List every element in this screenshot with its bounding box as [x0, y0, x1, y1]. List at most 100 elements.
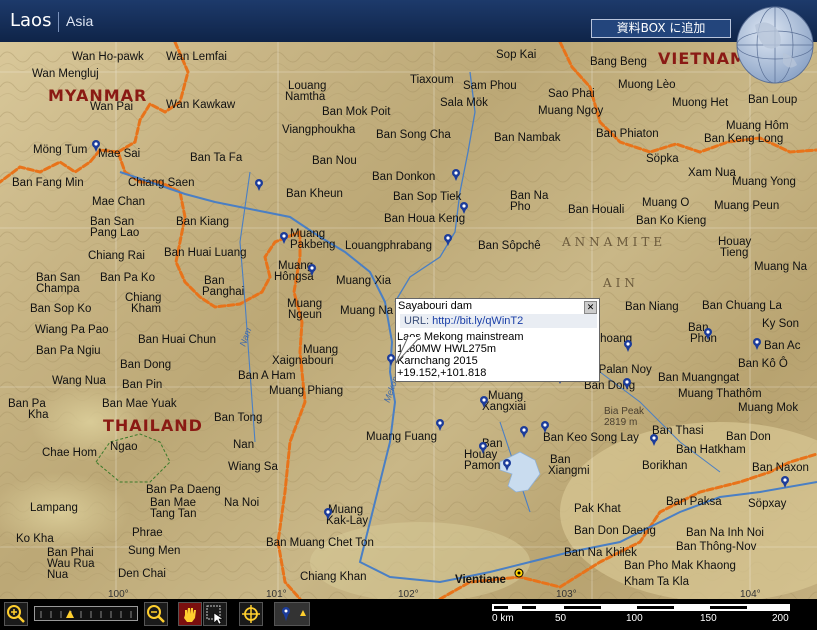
place-label: Lampang — [30, 502, 78, 514]
place-label: Ban Donkon — [372, 171, 436, 183]
place-label: Ban Keng Long — [704, 133, 784, 145]
globe-icon[interactable] — [735, 5, 815, 85]
place-label: Chiang Saen — [128, 177, 195, 189]
place-label: Tang Tan — [150, 508, 197, 520]
place-label: Na Noi — [224, 497, 260, 509]
peak-elevation: 2819 m — [604, 417, 638, 428]
dam-marker-icon[interactable] — [540, 420, 550, 434]
dam-marker-icon[interactable] — [443, 233, 453, 247]
place-label: Muang Peun — [714, 200, 780, 212]
peak-label: Bia Peak — [604, 406, 645, 417]
dam-marker-icon[interactable] — [502, 458, 512, 472]
zoom-in-button[interactable] — [4, 602, 28, 626]
place-label: Ban Muangngat — [658, 372, 740, 384]
place-label: Chae Hom — [42, 447, 97, 459]
pan-hand-button[interactable] — [178, 602, 202, 626]
dam-marker-icon[interactable] — [703, 327, 713, 341]
place-label: Muang Thathôm — [678, 388, 762, 400]
place-label: Ban Loup — [748, 94, 798, 106]
place-label: Muang Ngoy — [538, 105, 604, 117]
place-label: Ban Don Daeng — [574, 525, 656, 537]
capital-label: Vientiane — [455, 574, 506, 586]
zoom-slider[interactable] — [34, 606, 138, 621]
dam-marker-icon[interactable] — [254, 178, 264, 192]
place-label: Ko Kha — [16, 533, 54, 545]
select-area-button[interactable] — [203, 602, 227, 626]
place-label: Sam Phou — [463, 80, 517, 92]
place-label: Ban Paksa — [666, 496, 722, 508]
mountain-range-label: ANNAMITE — [562, 235, 667, 249]
crosshair-icon — [242, 605, 260, 623]
place-label: Ban Nambak — [494, 132, 561, 144]
place-label: Pak Khat — [574, 503, 621, 515]
place-label: Muang Hôm — [726, 120, 789, 132]
zoom-out-button[interactable] — [144, 602, 168, 626]
dam-marker-icon[interactable] — [752, 337, 762, 351]
place-label: Muang Fuang — [366, 431, 437, 443]
dam-marker-icon[interactable] — [307, 263, 317, 277]
place-label: Ban Sôpchê — [478, 240, 541, 252]
place-label: Ban Houa Keng — [384, 213, 466, 225]
place-label: Ban Sop Tiek — [393, 191, 462, 203]
place-label: Tieng — [720, 247, 749, 259]
place-label: Ban Huai Luang — [164, 247, 247, 259]
place-label: Ban Keo Song Lay — [543, 432, 639, 444]
place-label: Ky Son — [762, 318, 800, 330]
place-label: Muang Phiang — [269, 385, 344, 397]
place-label: Ban Kheun — [286, 188, 343, 200]
place-label: Wang Nua — [52, 375, 106, 387]
place-label: Xam Nua — [688, 167, 736, 179]
place-label: Wiang Sa — [228, 461, 278, 473]
dam-marker-icon[interactable] — [479, 395, 489, 409]
place-label: Ban Thasi — [652, 425, 704, 437]
zoom-out-icon — [147, 605, 165, 623]
place-label: Sao Phai — [548, 88, 595, 100]
dam-marker-icon[interactable] — [519, 425, 529, 439]
dam-marker-icon[interactable] — [91, 139, 101, 153]
dam-marker-icon[interactable] — [649, 433, 659, 447]
marker-layer-dropdown[interactable] — [274, 602, 310, 626]
place-label: Pakbeng — [290, 239, 336, 251]
dam-marker-icon[interactable] — [478, 441, 488, 455]
dam-marker-icon[interactable] — [622, 377, 632, 391]
longitude-label: 102° — [398, 589, 419, 599]
dam-marker-icon[interactable] — [279, 231, 289, 245]
popup-url-link[interactable]: http://bit.ly/qWinT2 — [432, 315, 523, 327]
place-label: Nan — [233, 439, 255, 451]
place-label: Ban Hatkham — [676, 444, 746, 456]
dam-marker-icon[interactable] — [435, 418, 445, 432]
place-label: Ban Naxon — [752, 462, 809, 474]
place-label: Sala Mök — [440, 97, 488, 109]
locate-button[interactable] — [239, 602, 263, 626]
dam-marker-icon[interactable] — [459, 201, 469, 215]
popup-title: Sayabouri dam — [398, 300, 472, 312]
map-toolbar: 0 km 50 100 150 200 — [0, 599, 817, 628]
place-label: Wan Mengluj — [32, 68, 99, 80]
place-label: Ban Song Cha — [376, 129, 451, 141]
place-label: Ban Fang Min — [12, 177, 84, 189]
place-label: Wan Ho-pawk — [72, 51, 144, 63]
place-label: Ban Kô Ô — [738, 358, 788, 370]
place-label: Den Chai — [118, 568, 166, 580]
dam-marker-icon[interactable] — [323, 507, 333, 521]
map-canvas[interactable]: Wan Ho-pawk Wan Lemfai Wan Mengluj Wan Pai W… — [0, 42, 817, 599]
scale-ruler — [492, 604, 790, 611]
dam-marker-icon[interactable] — [780, 475, 790, 489]
place-label: Namtha — [285, 91, 326, 103]
hand-icon — [184, 608, 196, 622]
scale-bar: 0 km 50 100 150 200 — [492, 602, 792, 628]
place-label: Sung Men — [128, 545, 181, 557]
place-label: Ban Pin — [122, 379, 163, 391]
place-label: Ban Chuang La — [702, 300, 782, 312]
place-label: Xiangmi — [548, 465, 590, 477]
add-to-box-button[interactable]: 資料BOX に追加 — [591, 19, 731, 38]
place-label: Ban A Ham — [238, 370, 296, 382]
dam-marker-icon[interactable] — [623, 339, 633, 353]
dam-marker-icon[interactable] — [451, 168, 461, 182]
place-label: Muang Na — [754, 261, 808, 273]
close-icon[interactable]: ✕ — [584, 301, 597, 314]
place-label: Ban Thông-Nov — [676, 541, 757, 553]
place-label: Möng Tum — [33, 144, 88, 156]
marker-layer-icon — [282, 607, 306, 621]
place-label: Muang Mok — [738, 402, 799, 414]
